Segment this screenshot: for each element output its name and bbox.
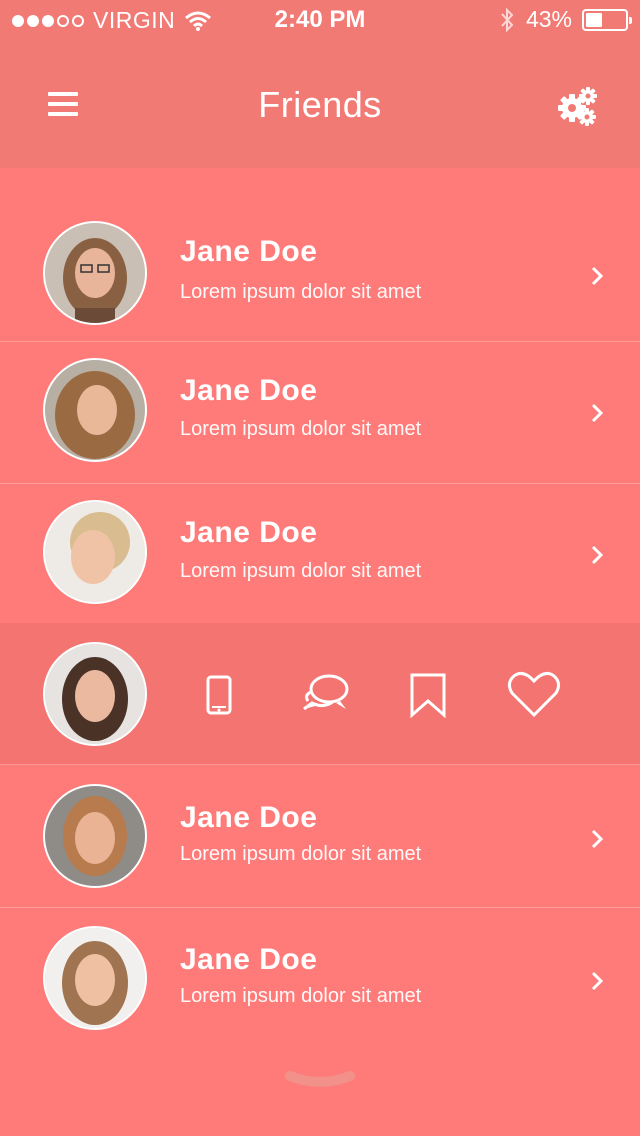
- bluetooth-icon: [501, 7, 514, 32]
- page-title: Friends: [258, 84, 382, 125]
- friend-name: Jane Doe: [180, 235, 318, 268]
- avatar: [43, 642, 147, 746]
- friend-name: Jane Doe: [180, 516, 318, 549]
- avatar: [43, 221, 147, 325]
- avatar: [43, 358, 147, 462]
- status-right: 43%: [500, 6, 632, 33]
- friend-name: Jane Doe: [180, 374, 318, 407]
- chevron-right-icon[interactable]: [588, 828, 606, 850]
- friend-subtitle: Lorem ipsum dolor sit amet: [180, 843, 422, 865]
- friend-name: Jane Doe: [180, 943, 318, 976]
- friend-name: Jane Doe: [180, 801, 318, 834]
- app-header: VIRGIN 2:40 PM 43% Friends: [0, 0, 640, 168]
- avatar: [43, 784, 147, 888]
- friend-row[interactable]: Jane Doe Lorem ipsum dolor sit amet: [0, 484, 640, 626]
- chevron-right-icon[interactable]: [588, 402, 606, 424]
- friend-row[interactable]: Jane Doe Lorem ipsum dolor sit amet: [0, 342, 640, 484]
- chevron-right-icon[interactable]: [588, 265, 606, 287]
- friend-row[interactable]: Jane Doe Lorem ipsum dolor sit amet: [0, 908, 640, 1050]
- friend-row[interactable]: Jane Doe Lorem ipsum dolor sit amet: [0, 766, 640, 908]
- phone-icon[interactable]: [188, 665, 248, 725]
- friend-subtitle: Lorem ipsum dolor sit amet: [180, 281, 422, 303]
- nav-bar: Friends: [0, 60, 640, 150]
- bookmark-icon[interactable]: [398, 665, 458, 725]
- friend-subtitle: Lorem ipsum dolor sit amet: [180, 560, 422, 582]
- battery-percent: 43%: [525, 6, 572, 32]
- chevron-down-icon[interactable]: [282, 1070, 358, 1096]
- friend-row-expanded[interactable]: [0, 623, 640, 765]
- gears-icon[interactable]: [556, 86, 598, 126]
- chat-bubbles-icon[interactable]: [294, 665, 354, 725]
- friend-subtitle: Lorem ipsum dolor sit amet: [180, 985, 422, 1007]
- chevron-right-icon[interactable]: [588, 544, 606, 566]
- chevron-right-icon[interactable]: [588, 970, 606, 992]
- friend-row[interactable]: Jane Doe Lorem ipsum dolor sit amet: [0, 200, 640, 342]
- avatar: [43, 500, 147, 604]
- heart-icon[interactable]: [504, 665, 564, 725]
- friend-subtitle: Lorem ipsum dolor sit amet: [180, 418, 422, 440]
- avatar: [43, 926, 147, 1030]
- battery-fill: [586, 12, 603, 27]
- battery-icon: [582, 8, 632, 31]
- status-bar: VIRGIN 2:40 PM 43%: [0, 0, 640, 40]
